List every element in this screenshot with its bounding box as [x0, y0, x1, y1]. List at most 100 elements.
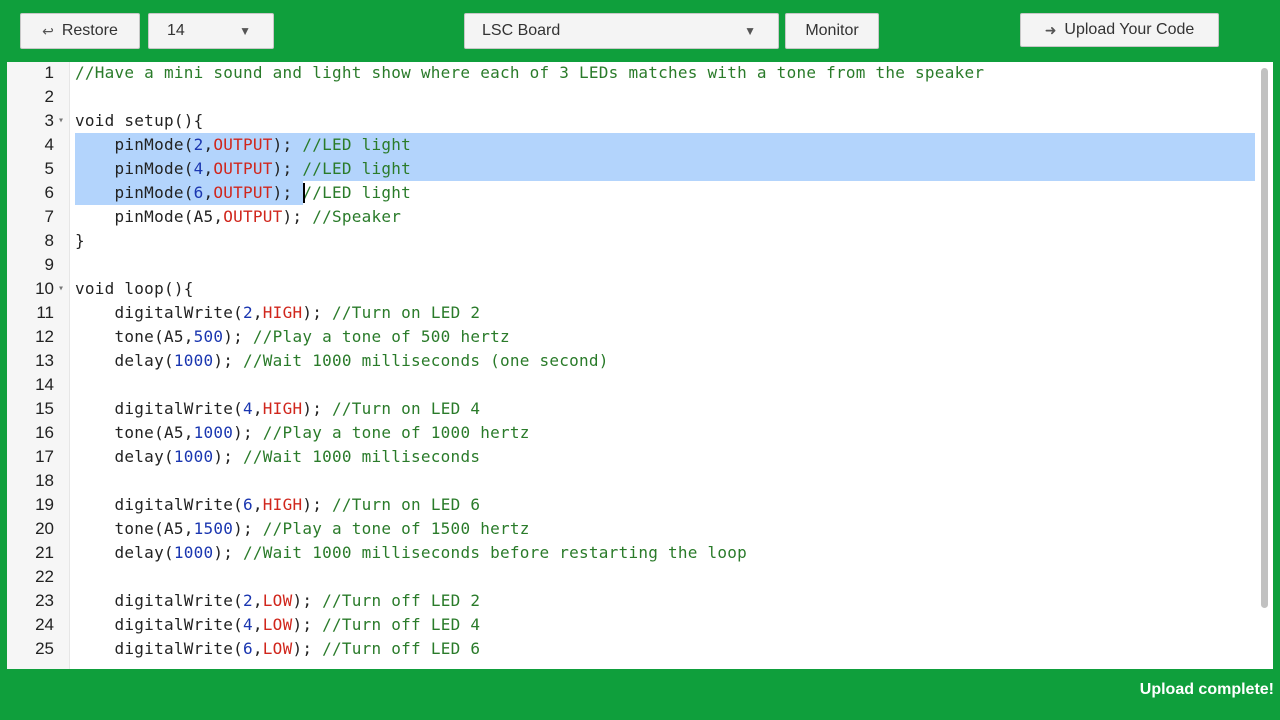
code-text: tone(A5,1500); //Play a tone of 1500 her…: [75, 517, 530, 541]
code-token: LOW: [262, 591, 293, 610]
code-line[interactable]: 4 pinMode(2,OUTPUT); //LED light: [7, 133, 1255, 157]
code-line[interactable]: 22: [7, 565, 1255, 589]
line-number: 7: [44, 207, 54, 226]
code-token: //Play a tone of 500 hertz: [252, 327, 510, 346]
code-token: 500: [193, 327, 224, 346]
code-token: );: [233, 519, 263, 538]
code-line[interactable]: 2: [7, 85, 1255, 109]
line-number: 13: [35, 351, 54, 370]
code-token: HIGH: [262, 399, 303, 418]
status-bar: Upload complete!: [0, 669, 1280, 720]
upload-label: Upload Your Code: [1064, 21, 1195, 38]
code-token: OUTPUT: [213, 183, 273, 202]
monitor-button[interactable]: Monitor: [785, 13, 879, 49]
restore-label: Restore: [61, 22, 118, 39]
code-text: pinMode(6,OUTPUT); //LED light: [75, 181, 411, 205]
code-text: void setup(){: [75, 109, 203, 133]
code-token: );: [292, 639, 323, 658]
code-token: //Play a tone of 1000 hertz: [262, 423, 530, 442]
code-token: digitalWrite(: [75, 591, 244, 610]
code-line[interactable]: 15 digitalWrite(4,HIGH); //Turn on LED 4: [7, 397, 1255, 421]
line-number: 2: [44, 87, 54, 106]
line-number: 17: [35, 447, 54, 466]
code-token: //LED light: [302, 159, 412, 178]
code-line[interactable]: 17 delay(1000); //Wait 1000 milliseconds: [7, 445, 1255, 469]
code-line[interactable]: 18: [7, 469, 1255, 493]
code-line[interactable]: 20 tone(A5,1500); //Play a tone of 1500 …: [7, 517, 1255, 541]
line-number: 22: [35, 567, 54, 586]
code-token: ,: [252, 495, 263, 514]
code-token: 6: [193, 183, 204, 202]
board-select[interactable]: LSC Board ▼: [464, 13, 779, 49]
code-token: LOW: [262, 615, 293, 634]
code-line[interactable]: 7 pinMode(A5,OUTPUT); //Speaker: [7, 205, 1255, 229]
code-token: //Turn off LED 2: [322, 591, 481, 610]
restore-button[interactable]: ↩ Restore: [20, 13, 140, 49]
chevron-down-icon: ▼: [239, 24, 251, 38]
code-token: ,: [252, 303, 263, 322]
line-number: 5: [44, 159, 54, 178]
code-token: tone(A5,: [75, 423, 194, 442]
code-line[interactable]: 19 digitalWrite(6,HIGH); //Turn on LED 6: [7, 493, 1255, 517]
code-token: );: [233, 423, 263, 442]
code-token: 4: [243, 399, 253, 418]
vertical-scrollbar[interactable]: [1261, 68, 1268, 608]
code-token: 1000: [173, 351, 214, 370]
code-line[interactable]: 10 ▾ void loop(){: [7, 277, 1255, 301]
code-line[interactable]: 13 delay(1000); //Wait 1000 milliseconds…: [7, 349, 1255, 373]
board-select-value: LSC Board: [482, 22, 561, 39]
line-number: 8: [44, 231, 54, 250]
code-line[interactable]: 16 tone(A5,1000); //Play a tone of 1000 …: [7, 421, 1255, 445]
code-line[interactable]: 23 digitalWrite(2,LOW); //Turn off LED 2: [7, 589, 1255, 613]
code-text: pinMode(2,OUTPUT); //LED light: [75, 133, 411, 157]
line-number: 25: [35, 639, 54, 658]
line-number: 20: [35, 519, 54, 538]
code-token: ,: [252, 639, 263, 658]
code-line[interactable]: 1 //Have a mini sound and light show wher…: [7, 62, 1255, 85]
code-token: 6: [243, 495, 253, 514]
code-line[interactable]: 11 digitalWrite(2,HIGH); //Turn on LED 2: [7, 301, 1255, 325]
code-token: OUTPUT: [213, 159, 273, 178]
code-token: //Turn on LED 2: [331, 303, 481, 322]
code-token: );: [213, 543, 244, 562]
code-token: //Wait 1000 milliseconds before restarti…: [243, 543, 748, 562]
code-token: ,: [252, 399, 263, 418]
code-token: );: [292, 591, 323, 610]
fold-toggle-icon[interactable]: ▾: [58, 109, 64, 133]
board-number-select[interactable]: 14 ▼: [148, 13, 274, 49]
code-token: 1500: [193, 519, 234, 538]
code-token: //Wait 1000 milliseconds (one second): [243, 351, 609, 370]
code-line[interactable]: 25 digitalWrite(6,LOW); //Turn off LED 6: [7, 637, 1255, 661]
toolbar: ↩ Restore 14 ▼ LSC Board ▼ Monitor ➜ Upl…: [0, 0, 1280, 62]
upload-button[interactable]: ➜ Upload Your Code: [1020, 13, 1219, 47]
code-line[interactable]: 12 tone(A5,500); //Play a tone of 500 he…: [7, 325, 1255, 349]
code-token: tone(A5,: [75, 327, 194, 346]
fold-toggle-icon[interactable]: ▾: [58, 277, 64, 301]
code-text: delay(1000); //Wait 1000 milliseconds be…: [75, 541, 747, 565]
code-editor[interactable]: 1 //Have a mini sound and light show wher…: [7, 62, 1273, 669]
code-token: );: [292, 615, 323, 634]
code-line[interactable]: 9: [7, 253, 1255, 277]
code-token: 2: [193, 135, 204, 154]
code-token: pinMode(A5,: [75, 207, 224, 226]
line-number: 1: [44, 63, 54, 82]
code-token: ,: [252, 591, 263, 610]
code-line[interactable]: 8}: [7, 229, 1255, 253]
code-token: );: [213, 351, 244, 370]
code-text: digitalWrite(6,LOW); //Turn off LED 6: [75, 637, 480, 661]
code-line[interactable]: 6 pinMode(6,OUTPUT); //LED light: [7, 181, 1255, 205]
code-token: //Speaker: [312, 207, 402, 226]
code-line[interactable]: 14: [7, 373, 1255, 397]
code-line[interactable]: 5 pinMode(4,OUTPUT); //LED light: [7, 157, 1255, 181]
code-token: 1000: [173, 447, 214, 466]
code-line[interactable]: 24 digitalWrite(4,LOW); //Turn off LED 4: [7, 613, 1255, 637]
code-token: //Turn off LED 6: [322, 639, 481, 658]
code-token: );: [272, 135, 303, 154]
code-token: //Wait 1000 milliseconds: [243, 447, 481, 466]
code-line[interactable]: 21 delay(1000); //Wait 1000 milliseconds…: [7, 541, 1255, 565]
code-token: );: [272, 183, 303, 202]
line-number: 24: [35, 615, 54, 634]
code-line[interactable]: 3 ▾ void setup(){: [7, 109, 1255, 133]
code-token: pinMode(: [75, 135, 194, 154]
undo-arrow-icon: ↩: [42, 22, 54, 39]
